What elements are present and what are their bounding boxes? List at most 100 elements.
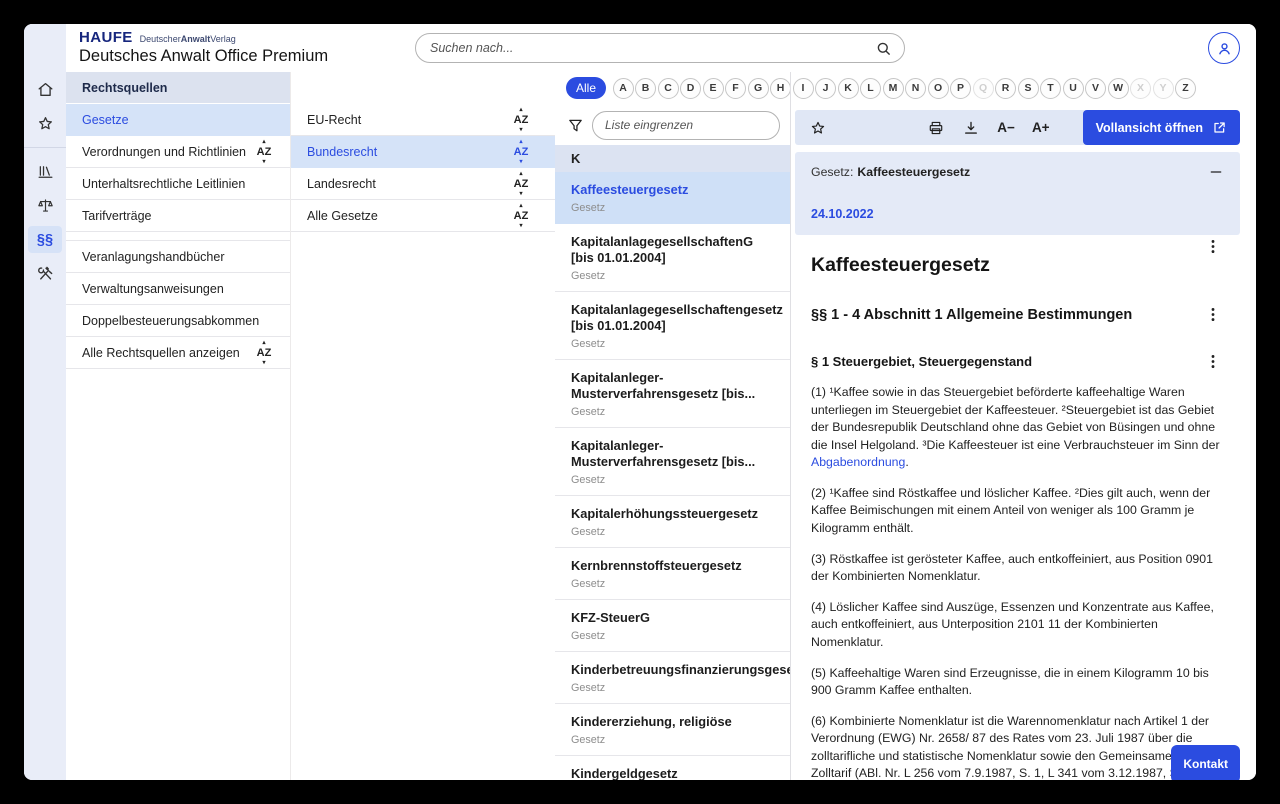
- document-date: 24.10.2022: [811, 207, 874, 221]
- law-item-title: KapitalanlagegesellschaftenG [bis 01.01.…: [571, 233, 754, 265]
- law-paragraph-4: (4) Löslicher Kaffee sind Auszüge, Essen…: [811, 599, 1214, 649]
- alphabet-z[interactable]: Z: [1175, 77, 1197, 99]
- law-list-item[interactable]: Kindererziehung, religiöse Gesetz: [555, 703, 790, 756]
- font-decrease-button[interactable]: A−: [997, 120, 1015, 135]
- download-icon[interactable]: [962, 119, 980, 137]
- kebab-menu-icon[interactable]: [1198, 237, 1220, 254]
- alphabet-l[interactable]: L: [860, 77, 882, 99]
- sort-az-icon[interactable]: AZ: [509, 171, 533, 197]
- law-list: Kaffeesteuergesetz Gesetz Kapitalanlageges…: [555, 172, 790, 780]
- alphabet-r[interactable]: R: [995, 77, 1017, 99]
- nav-item-eu-recht-label: EU-Recht: [307, 112, 362, 127]
- nav-item-verwaltungsanweisungen[interactable]: Verwaltungsanweisungen: [66, 273, 290, 305]
- alphabet-m[interactable]: M: [882, 77, 904, 99]
- nav-item-alle-gesetze[interactable]: Alle Gesetze AZ: [291, 200, 555, 232]
- alphabet-u[interactable]: U: [1062, 77, 1084, 99]
- law-paragraph-5: (5) Kaffeehaltige Waren sind Erzeugnisse…: [811, 665, 1209, 698]
- nav-item-tarifvertr-ge[interactable]: Tarifverträge: [66, 200, 290, 232]
- kebab-menu-icon[interactable]: [1198, 352, 1220, 369]
- law-item-subtitle: Gesetz: [571, 525, 606, 538]
- law-paragraph-3: (3) Röstkaffee ist gerösteter Kaffee, au…: [811, 551, 1213, 584]
- tools-icon[interactable]: [28, 260, 62, 287]
- filter-funnel-icon[interactable]: [567, 117, 584, 134]
- nav-item-alle-rechtsquellen-anzeigen[interactable]: Alle Rechtsquellen anzeigen AZ: [66, 337, 290, 369]
- home-icon[interactable]: [28, 76, 62, 103]
- law-list-item[interactable]: KFZ-SteuerG Gesetz: [555, 599, 790, 652]
- kontakt-button[interactable]: Kontakt: [1171, 745, 1240, 780]
- nav-item-doppelbesteuerungsabkommen[interactable]: Doppelbesteuerungsabkommen: [66, 305, 290, 337]
- law-list-item[interactable]: Kapitalanleger-Musterverfahrensgesetz [b…: [555, 427, 790, 496]
- document-panel: A− A+ Vollansicht öffnen Gesetz: Kaffees…: [795, 110, 1240, 780]
- alphabet-y: Y: [1152, 77, 1174, 99]
- print-icon[interactable]: [927, 119, 945, 137]
- law-item-subtitle: Gesetz: [571, 269, 606, 282]
- nav-item-alle-rechtsquellen-anzeigen-label: Alle Rechtsquellen anzeigen: [82, 345, 240, 360]
- alphabet-v[interactable]: V: [1085, 77, 1107, 99]
- law-list-item[interactable]: Kapitalerhöhungssteuergesetz Gesetz: [555, 495, 790, 548]
- library-icon[interactable]: [28, 158, 62, 185]
- sort-az-icon[interactable]: AZ: [252, 139, 276, 165]
- abgabenordnung-link[interactable]: Abgabenordnung: [811, 455, 905, 469]
- search-icon[interactable]: [875, 40, 892, 57]
- law-item-title: Kindererziehung, religiöse: [571, 713, 732, 729]
- nav-column-rechtsquellen: Rechtsquellen Gesetze Verordnungen und Ri…: [66, 72, 290, 780]
- law-list-item[interactable]: Kapitalanlagegesellschaftengesetz [bis 0…: [555, 291, 790, 360]
- alphabet-w[interactable]: W: [1107, 77, 1129, 99]
- open-fullview-button[interactable]: Vollansicht öffnen: [1082, 110, 1240, 145]
- desktop-background: §§ HAUFE DeutscherAnwaltVerlag Deutsches…: [0, 0, 1280, 804]
- nav-item-bundesrecht[interactable]: Bundesrecht AZ: [291, 136, 555, 168]
- nav-item-gesetze[interactable]: Gesetze: [66, 104, 290, 136]
- law-item-title: Kaffeesteuergesetz: [571, 182, 689, 197]
- paragraph-heading: § 1 Steuergebiet, Steuergegenstand: [811, 354, 1033, 369]
- scales-icon[interactable]: [28, 192, 62, 219]
- law-list-item[interactable]: Kaffeesteuergesetz Gesetz: [555, 172, 790, 224]
- alphabet-o[interactable]: O: [927, 77, 949, 99]
- law-list-item[interactable]: KapitalanlagegesellschaftenG [bis 01.01.…: [555, 223, 790, 292]
- sort-az-icon[interactable]: AZ: [509, 203, 533, 229]
- kebab-menu-icon[interactable]: [1198, 305, 1220, 322]
- nav-column-gesetze: EU-RechtAZBundesrechtAZLandesrechtAZAlle…: [290, 72, 555, 780]
- alphabet-k[interactable]: K: [837, 77, 859, 99]
- nav-item-veranlagungshandb-cher[interactable]: Veranlagungshandbücher: [66, 240, 290, 273]
- collapse-icon[interactable]: [1208, 164, 1224, 180]
- sort-az-icon[interactable]: AZ: [252, 340, 276, 366]
- law-list-item[interactable]: Kapitalanleger-Musterverfahrensgesetz [b…: [555, 359, 790, 428]
- haufe-logo: HAUFE: [79, 29, 133, 46]
- law-item-subtitle: Gesetz: [571, 337, 606, 350]
- list-filter-input[interactable]: [592, 110, 780, 140]
- law-list-item[interactable]: KindergeldgesetzGesetz: [555, 755, 790, 780]
- alphabet-s[interactable]: S: [1017, 77, 1039, 99]
- bookmark-star-icon[interactable]: [809, 119, 827, 137]
- nav-item-landesrecht[interactable]: Landesrecht AZ: [291, 168, 555, 200]
- law-list-column: K Kaffeesteuergesetz Gesetz Kapitalanlageg…: [555, 72, 791, 780]
- list-group-header: K: [555, 145, 790, 172]
- alphabet-i[interactable]: I: [792, 77, 814, 99]
- font-increase-button[interactable]: A+: [1032, 120, 1050, 135]
- global-search: [415, 33, 905, 63]
- search-input[interactable]: [428, 40, 875, 56]
- sort-az-icon[interactable]: AZ: [509, 139, 533, 165]
- sort-az-icon[interactable]: AZ: [509, 107, 533, 133]
- alphabet-t[interactable]: T: [1040, 77, 1062, 99]
- law-item-title: Kapitalerhöhungssteuergesetz: [571, 505, 759, 521]
- law-list-item[interactable]: Kinderbetreuungsfinanzierungsgesetz Geset…: [555, 651, 790, 704]
- icon-rail: §§: [24, 24, 66, 780]
- alphabet-q: Q: [972, 77, 994, 99]
- top-bar: HAUFE DeutscherAnwaltVerlag Deutsches An…: [66, 24, 1256, 72]
- section-heading: §§ 1 - 4 Abschnitt 1 Allgemeine Bestimmu…: [811, 307, 1133, 323]
- favorites-star-icon[interactable]: [28, 110, 62, 137]
- paragraphs-icon[interactable]: §§: [28, 226, 62, 253]
- user-account-icon[interactable]: [1208, 32, 1240, 64]
- nav-item-eu-recht[interactable]: EU-Recht AZ: [291, 104, 555, 136]
- nav-item-doppelbesteuerungsabkommen-label: Doppelbesteuerungsabkommen: [82, 313, 260, 328]
- alphabet-j[interactable]: J: [815, 77, 837, 99]
- alphabet-x: X: [1130, 77, 1152, 99]
- law-list-item[interactable]: Kernbrennstoffsteuergesetz Gesetz: [555, 547, 790, 600]
- nav-item-verwaltungsanweisungen-label: Verwaltungsanweisungen: [82, 281, 224, 296]
- alphabet-n[interactable]: N: [905, 77, 927, 99]
- law-item-subtitle: Gesetz: [571, 405, 606, 418]
- nav-item-unterhaltsrechtliche-leitlinien[interactable]: Unterhaltsrechtliche Leitlinien: [66, 168, 290, 200]
- document-header: Gesetz: Kaffeesteuergesetz 24.10.2022: [795, 152, 1240, 235]
- alphabet-p[interactable]: P: [950, 77, 972, 99]
- nav-item-verordnungen-und-richtlinien[interactable]: Verordnungen und Richtlinien AZ: [66, 136, 290, 168]
